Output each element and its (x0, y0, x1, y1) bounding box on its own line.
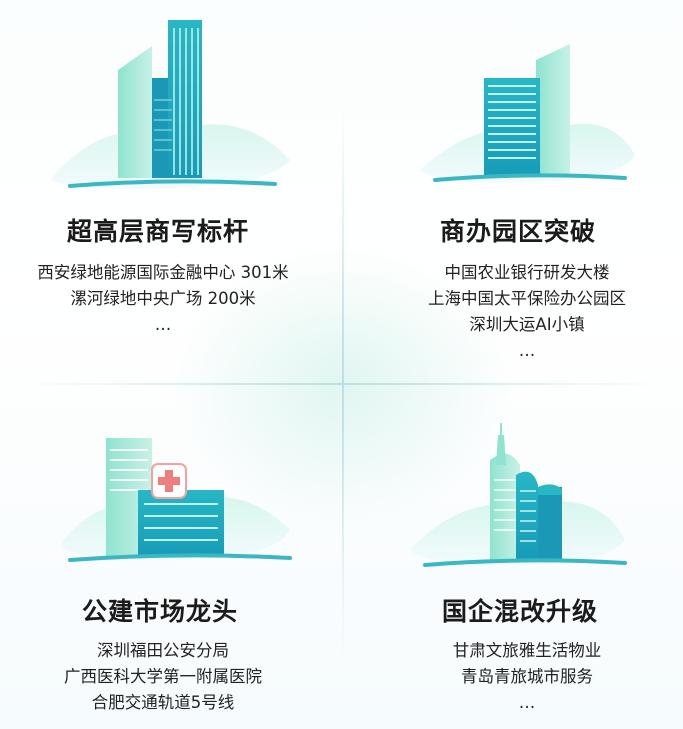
vertical-divider (342, 100, 344, 660)
list-item: … (518, 693, 536, 712)
quadrant-2-list: 中国农业银行研发大楼 上海中国太平保险办公园区 深圳大运AI小镇 … (367, 260, 683, 364)
horizontal-divider (20, 383, 663, 385)
list-item: 上海中国太平保险办公园区 (428, 289, 626, 308)
list-item: 合肥交通轨道5号线 (91, 693, 235, 712)
list-item: 西安绿地能源国际金融中心 301米 (37, 263, 289, 282)
quadrant-3-title: 公建市场龙头 (81, 597, 238, 626)
list-item: … (154, 315, 172, 334)
list-item: 深圳福田公安分局 (97, 641, 229, 660)
quadrant-4-title: 国企混改升级 (441, 597, 598, 626)
list-item: 深圳大运AI小镇 (469, 315, 585, 334)
list-item: 青岛青旅城市服务 (461, 667, 593, 686)
quadrant-4-list: 甘肃文旅雅生活物业 青岛青旅城市服务 … (367, 638, 683, 716)
list-item: 中国农业银行研发大楼 (444, 263, 610, 282)
city-towers-illustration (410, 423, 627, 567)
quadrant-1-list: 西安绿地能源国际金融中心 301米 漯河绿地中央广场 200米 … (3, 260, 323, 338)
quadrant-2-title: 商办园区突破 (439, 217, 596, 246)
list-item: 甘肃文旅雅生活物业 (452, 641, 602, 660)
hospital-illustration (60, 438, 292, 562)
quadrant-3-list: 深圳福田公安分局 广西医科大学第一附属医院 合肥交通轨道5号线 (3, 638, 323, 716)
skyscraper-illustration (50, 20, 290, 189)
list-item: … (518, 341, 536, 360)
quadrant-1-title: 超高层商写标杆 (66, 217, 249, 246)
office-park-illustration (420, 44, 635, 183)
list-item: 广西医科大学第一附属医院 (64, 667, 262, 686)
list-item: 漯河绿地中央广场 200米 (70, 289, 256, 308)
